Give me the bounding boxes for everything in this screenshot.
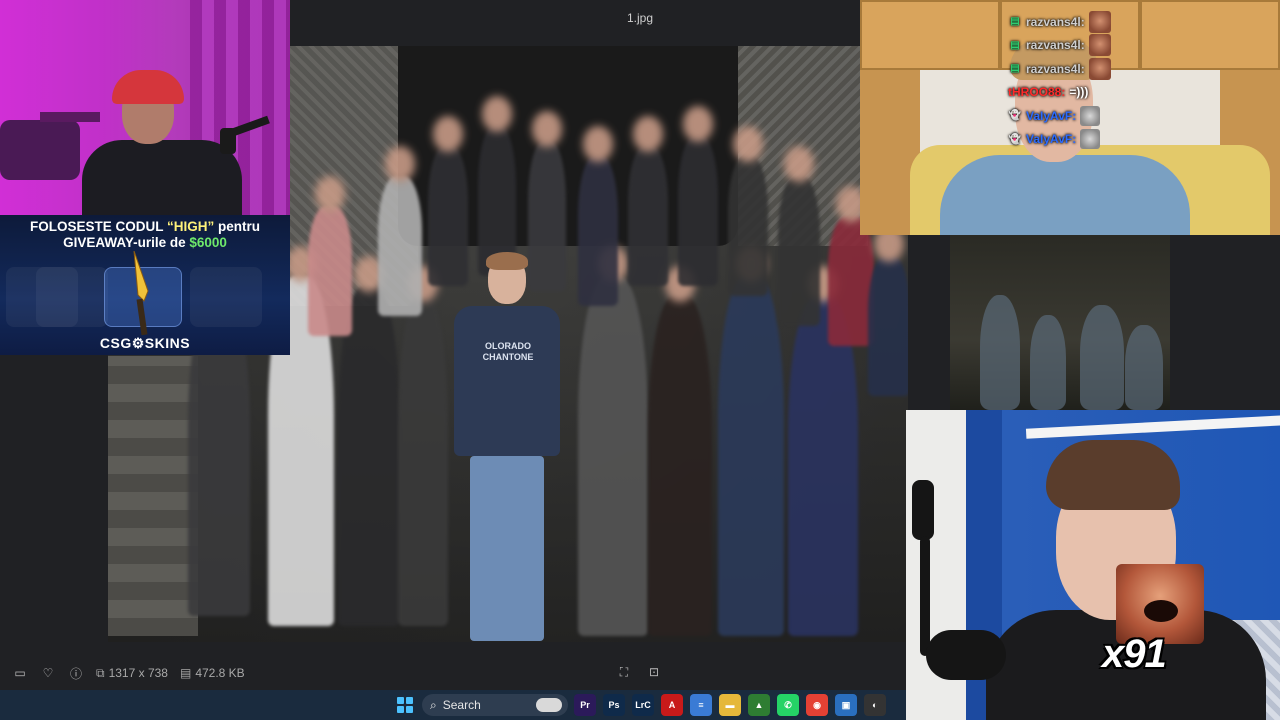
windows-taskbar: ⌕ Search Pr Ps LrC A ≡ ▬ ▲ ✆ ◉ ▣ ◐: [0, 690, 906, 720]
skin-card: [36, 267, 108, 327]
blurred-person: [578, 126, 618, 306]
notepad-icon[interactable]: ≡: [690, 694, 712, 716]
chat-username: razvans4l:: [1026, 14, 1085, 29]
chat-username: tHROO88:: [1008, 85, 1066, 100]
slideshow-icon[interactable]: ▭: [12, 665, 28, 681]
streamer-webcam-left: [0, 0, 290, 215]
chat-message: 👻 VaIyAvF:: [1008, 104, 1148, 128]
start-button[interactable]: [394, 694, 416, 716]
blurred-person: [308, 176, 352, 336]
streamer-webcam-right: x91: [906, 410, 1280, 720]
info-icon[interactable]: ⓘ: [68, 665, 84, 681]
chat-badge-icon: ▤: [1010, 16, 1020, 28]
chrome-icon[interactable]: ◉: [806, 694, 828, 716]
chat-text: =))): [1069, 85, 1089, 100]
chat-badge-icon: ▤: [1010, 39, 1020, 51]
promo-amount: $6000: [189, 235, 227, 250]
search-highlight-icon: [536, 698, 562, 712]
chat-emote-icon: [1088, 10, 1111, 33]
chat-badge-icon: 👻: [1008, 110, 1022, 122]
photos-icon[interactable]: ▣: [835, 694, 857, 716]
chat-username: razvans4l:: [1026, 38, 1085, 53]
premiere-pro-icon[interactable]: Pr: [574, 694, 596, 716]
chat-emote-icon: [1080, 105, 1101, 126]
chat-emote-icon: [1088, 57, 1111, 80]
image-file-size: 472.8 KB: [195, 666, 245, 680]
image-dimensions: 1317 x 738: [108, 666, 168, 680]
headphones: [112, 70, 184, 104]
acrobat-icon[interactable]: A: [661, 694, 683, 716]
photoshop-icon[interactable]: Ps: [603, 694, 625, 716]
favorite-heart-icon[interactable]: ♡: [40, 665, 56, 681]
google-drive-icon[interactable]: ▲: [748, 694, 770, 716]
search-label: Search: [442, 698, 481, 712]
chat-message: tHROO88: =))): [1008, 81, 1148, 105]
video-clip-dark: [950, 235, 1170, 410]
stream-screen: 1.jpg OLORADO CHANTONE ▭ ♡ ⓘ ⧉ 1317 x 73…: [0, 0, 1280, 720]
emote-combo-counter: x91: [1102, 632, 1167, 676]
microphone-arm: [906, 480, 1006, 720]
dimensions-icon: ⧉: [96, 665, 105, 680]
promo-code: “HIGH”: [167, 219, 215, 234]
file-explorer-icon[interactable]: ▬: [719, 694, 741, 716]
blurred-person: [718, 246, 784, 636]
blurred-person: [428, 116, 468, 286]
blurred-person: [578, 246, 648, 636]
sponsor-brand: CSG⚙SKINS: [99, 335, 191, 351]
promo-text-3: GIVEAWAY-urile de: [63, 235, 190, 250]
sponsor-banner: FOLOSESTE CODUL “HIGH” pentru GIVEAWAY-u…: [0, 215, 290, 355]
promo-text-2: pentru: [214, 219, 260, 234]
shirt-print: OLORADO CHANTONE: [482, 341, 534, 362]
blurred-person: [868, 226, 908, 396]
highlighted-student: OLORADO CHANTONE: [448, 252, 566, 641]
file-size-icon: ▤: [179, 666, 192, 680]
knife-icon: [133, 251, 149, 336]
promo-text-1: FOLOSESTE CODUL: [29, 219, 167, 234]
chat-emote-icon: [1080, 129, 1101, 150]
blurred-person: [398, 266, 448, 626]
blurred-person: [778, 146, 820, 326]
chat-username: VaIyAvF:: [1026, 108, 1077, 123]
chat-emote-icon: [1088, 34, 1111, 57]
chat-message: 👻 VaIyAvF:: [1008, 128, 1148, 152]
obs-icon[interactable]: ◐: [864, 694, 886, 716]
blurred-person: [788, 266, 858, 636]
whatsapp-icon[interactable]: ✆: [777, 694, 799, 716]
search-icon: ⌕: [430, 697, 437, 712]
chat-username: razvans4l:: [1026, 61, 1085, 76]
lightroom-classic-icon[interactable]: LrC: [632, 694, 654, 716]
chat-message: ▤ razvans4l:: [1008, 34, 1148, 58]
microphone-arm: [220, 110, 270, 154]
actual-size-icon[interactable]: ⊡: [646, 664, 662, 680]
chat-badge-icon: ▤: [1010, 63, 1020, 75]
fit-to-window-icon[interactable]: ⛶: [616, 664, 632, 680]
blurred-person: [338, 256, 400, 626]
chat-message: ▤ razvans4l:: [1008, 57, 1148, 81]
blurred-person: [378, 146, 422, 316]
taskbar-search[interactable]: ⌕ Search: [422, 694, 568, 716]
blurred-person: [678, 106, 718, 286]
chat-message: ▤ razvans4l:: [1008, 10, 1148, 34]
viewer-status-bar: ▭ ♡ ⓘ ⧉ 1317 x 738 ▤ 472.8 KB ⛶ ⊡: [0, 658, 906, 688]
streamer-figure: [82, 70, 242, 215]
blurred-person: [728, 126, 768, 296]
chat-username: VaIyAvF:: [1026, 132, 1077, 147]
chat-badge-icon: 👻: [1008, 133, 1022, 145]
blurred-person: [628, 116, 668, 286]
blurred-person: [648, 266, 712, 636]
stream-chat: ▤ razvans4l: ▤ razvans4l: ▤ razvans4l: tHROO88…: [1008, 10, 1148, 151]
skin-card: [190, 267, 262, 327]
